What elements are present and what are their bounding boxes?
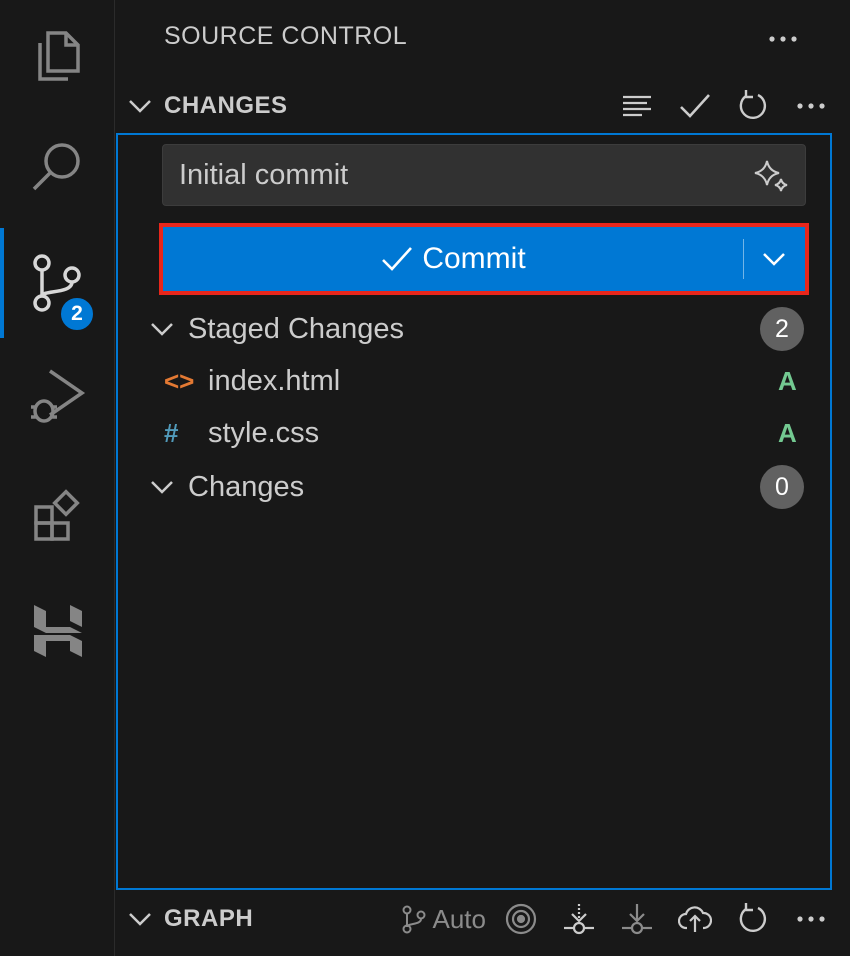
staged-changes-label: Staged Changes [188, 312, 405, 345]
activity-run-debug[interactable] [0, 340, 115, 450]
activity-explorer[interactable] [0, 0, 115, 110]
check-icon [382, 247, 413, 271]
sparkle-icon[interactable] [753, 157, 791, 195]
ellipsis-icon [797, 103, 825, 109]
graph-push-button[interactable] [666, 896, 724, 942]
search-icon [32, 143, 80, 191]
chevron-down-icon [129, 100, 151, 113]
run-debug-icon [30, 369, 85, 423]
changes-panel: Initial commit Commit Staged Changes 2 <… [116, 133, 832, 890]
changes-label: Changes [188, 470, 305, 503]
ellipsis-icon [797, 916, 825, 922]
refresh-icon [739, 90, 767, 120]
file-item[interactable]: # style.css A [118, 407, 832, 459]
graph-section-label: GRAPH [164, 905, 254, 932]
source-control-sidebar: SOURCE CONTROL CHANGES Initial commit Co… [116, 0, 850, 956]
file-name: style.css [208, 416, 320, 449]
commit-button-highlight: Commit [159, 223, 809, 295]
more-actions-button[interactable] [754, 16, 812, 62]
graph-pull-button[interactable] [608, 896, 666, 942]
activity-extensions[interactable] [0, 460, 115, 570]
graph-more-button[interactable] [782, 896, 840, 942]
activity-source-control[interactable]: 2 [0, 228, 115, 338]
chevron-down-icon [129, 913, 151, 926]
changes-count-badge: 0 [760, 465, 804, 509]
extensions-icon [33, 489, 80, 541]
cloud-upload-icon [678, 906, 712, 932]
html-file-icon: <> [164, 365, 195, 396]
graph-refresh-button[interactable] [724, 896, 782, 942]
source-control-badge: 2 [58, 295, 96, 333]
file-status: A [778, 417, 797, 448]
refresh-icon [739, 903, 767, 933]
activity-search[interactable] [0, 112, 115, 222]
activity-bar: 2 [0, 0, 115, 956]
commit-message-text: Initial commit [179, 158, 349, 191]
graph-toolbar: Auto [399, 896, 841, 942]
view-as-tree-button[interactable] [608, 83, 666, 129]
files-icon [37, 31, 80, 81]
changes-group[interactable]: Changes 0 [118, 461, 832, 513]
staged-count-badge: 2 [760, 307, 804, 351]
graph-section-header[interactable]: GRAPH Auto [116, 891, 850, 947]
changes-section-label: CHANGES [164, 92, 288, 119]
sidebar-title: SOURCE CONTROL [164, 22, 408, 50]
chevron-down-icon [151, 481, 173, 494]
chevron-down-icon [151, 323, 173, 336]
graph-auto-label: Auto [432, 903, 487, 934]
activity-hostinger[interactable] [0, 576, 115, 686]
list-view-icon [623, 95, 651, 117]
graph-auto-button[interactable]: Auto [399, 903, 487, 935]
hostinger-logo-icon [33, 605, 82, 657]
css-file-icon: # [164, 417, 179, 448]
fetch-icon [564, 904, 594, 935]
changes-toolbar [608, 83, 840, 129]
file-name: index.html [208, 364, 341, 397]
commit-button-label: Commit [422, 242, 526, 275]
commit-dropdown-button[interactable] [743, 227, 805, 291]
refresh-button[interactable] [724, 83, 782, 129]
check-icon [680, 94, 710, 118]
changes-section-header[interactable]: CHANGES [116, 78, 850, 134]
branch-icon [402, 905, 425, 934]
file-item[interactable]: <> index.html A [118, 355, 832, 407]
changes-more-button[interactable] [782, 83, 840, 129]
commit-button[interactable]: Commit [163, 227, 743, 291]
chevron-down-icon [763, 253, 785, 266]
pull-icon [622, 904, 652, 935]
file-status: A [778, 365, 797, 396]
graph-target-button[interactable] [492, 896, 550, 942]
staged-changes-group[interactable]: Staged Changes 2 [118, 303, 832, 355]
commit-check-button[interactable] [666, 83, 724, 129]
ellipsis-icon [769, 36, 797, 42]
graph-fetch-button[interactable] [550, 896, 608, 942]
commit-message-input[interactable]: Initial commit [162, 144, 806, 206]
target-icon [505, 903, 537, 935]
